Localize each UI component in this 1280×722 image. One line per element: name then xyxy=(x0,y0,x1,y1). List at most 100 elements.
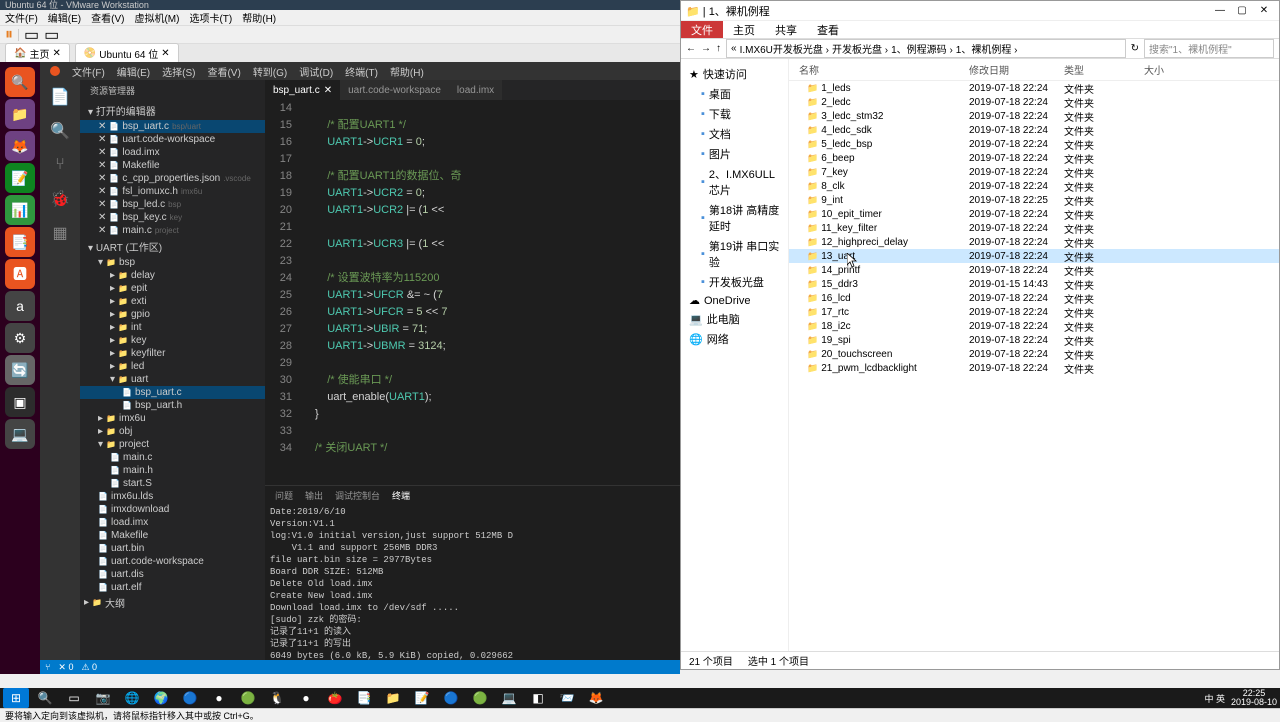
folder-row[interactable]: 18_i2c2019-07-18 22:24文件夹 xyxy=(789,319,1279,333)
folder-row[interactable]: 13_uart2019-07-18 22:24文件夹 xyxy=(789,249,1279,263)
folder-row[interactable]: 14_printf2019-07-18 22:24文件夹 xyxy=(789,263,1279,277)
breadcrumb-segment[interactable]: 1、例程源码 › xyxy=(891,41,953,56)
launcher-app-icon[interactable]: 🔄 xyxy=(5,355,35,385)
launcher-app-icon[interactable]: 🅰 xyxy=(5,259,35,289)
status-branch[interactable]: ⑂ xyxy=(45,662,50,672)
terminal-output[interactable]: Date:2019/6/10 Version:V1.1 log:V1.0 ini… xyxy=(265,504,680,660)
start-button[interactable]: ⊞ xyxy=(3,688,29,708)
terminal-tab[interactable]: 输出 xyxy=(305,489,323,502)
status-warnings[interactable]: ⚠ 0 xyxy=(81,662,97,673)
launcher-app-icon[interactable]: 🦊 xyxy=(5,131,35,161)
taskbar-app-icon[interactable]: 🍅 xyxy=(322,688,348,708)
tree-folder[interactable]: ▸ epit xyxy=(80,282,265,295)
workspace-section[interactable]: ▾ UART (工作区) xyxy=(80,237,265,256)
open-editor-item[interactable]: ✕main.c project xyxy=(80,224,265,237)
tree-folder[interactable]: ▸ led xyxy=(80,360,265,373)
column-name[interactable]: 名称 xyxy=(789,62,969,77)
vscode-menu-item[interactable]: 转到(G) xyxy=(253,64,287,79)
tree-folder[interactable]: ▸ gpio xyxy=(80,308,265,321)
task-view-icon[interactable]: ▭ xyxy=(61,688,87,708)
toolbar-icon[interactable]: ▭ xyxy=(44,25,59,45)
vscode-menu-item[interactable]: 调试(D) xyxy=(299,64,333,79)
tree-file[interactable]: uart.dis xyxy=(80,568,265,581)
nav-pane-item[interactable]: ▪图片 xyxy=(681,144,788,164)
breadcrumb-segment[interactable]: 1、裸机例程 › xyxy=(956,41,1018,56)
tree-folder[interactable]: ▾ uart xyxy=(80,373,265,386)
editor-tab[interactable]: bsp_uart.c✕ xyxy=(265,80,340,100)
nav-pane-item[interactable]: ▪文档 xyxy=(681,124,788,144)
tree-file[interactable]: bsp_uart.c xyxy=(80,386,265,399)
column-type[interactable]: 类型 xyxy=(1064,62,1144,77)
tree-file[interactable]: uart.elf xyxy=(80,581,265,594)
status-errors[interactable]: ✕ 0 xyxy=(58,662,73,673)
taskbar-app-icon[interactable]: 🌍 xyxy=(148,688,174,708)
tree-folder[interactable]: ▸ exti xyxy=(80,295,265,308)
nav-pane-item[interactable]: ▪桌面 xyxy=(681,84,788,104)
taskbar-app-icon[interactable]: ● xyxy=(293,688,319,708)
tree-folder[interactable]: ▸ obj xyxy=(80,425,265,438)
folder-row[interactable]: 3_ledc_stm322019-07-18 22:24文件夹 xyxy=(789,109,1279,123)
launcher-app-icon[interactable]: 📑 xyxy=(5,227,35,257)
tree-file[interactable]: Makefile xyxy=(80,529,265,542)
maximize-button[interactable]: ▢ xyxy=(1232,4,1252,18)
taskbar-app-icon[interactable]: 🐧 xyxy=(264,688,290,708)
column-headers[interactable]: 名称 修改日期 类型 大小 xyxy=(789,59,1279,81)
ribbon-tab[interactable]: 共享 xyxy=(765,21,807,38)
editor-tab[interactable]: load.imx xyxy=(449,80,502,100)
ribbon-tab[interactable]: 查看 xyxy=(807,21,849,38)
tree-file[interactable]: imxdownload xyxy=(80,503,265,516)
breadcrumb[interactable]: «I.MX6U开发板光盘 › 开发板光盘 › 1、例程源码 › 1、裸机例程 › xyxy=(726,39,1126,58)
launcher-app-icon[interactable]: a xyxy=(5,291,35,321)
search-icon[interactable]: 🔍 xyxy=(32,688,58,708)
open-editor-item[interactable]: ✕load.imx xyxy=(80,146,265,159)
vscode-menu-item[interactable]: 文件(F) xyxy=(72,64,105,79)
taskbar-app-icon[interactable]: 📁 xyxy=(380,688,406,708)
launcher-app-icon[interactable]: ⚙ xyxy=(5,323,35,353)
terminal-tab[interactable]: 终端 xyxy=(392,489,410,502)
taskbar-app-icon[interactable]: 🟢 xyxy=(235,688,261,708)
taskbar-app-icon[interactable]: 📑 xyxy=(351,688,377,708)
search-icon[interactable]: 🔍 xyxy=(48,119,72,143)
tree-folder[interactable]: ▸ int xyxy=(80,321,265,334)
folder-row[interactable]: 9_int2019-07-18 22:25文件夹 xyxy=(789,193,1279,207)
column-date[interactable]: 修改日期 xyxy=(969,62,1064,77)
breadcrumb-segment[interactable]: 开发板光盘 › xyxy=(832,41,888,56)
tree-file[interactable]: start.S xyxy=(80,477,265,490)
vscode-menu-item[interactable]: 终端(T) xyxy=(345,64,378,79)
menu-item[interactable]: 选项卡(T) xyxy=(189,10,232,25)
open-editor-item[interactable]: ✕c_cpp_properties.json .vscode xyxy=(80,172,265,185)
launcher-app-icon[interactable]: 💻 xyxy=(5,419,35,449)
launcher-app-icon[interactable]: 📁 xyxy=(5,99,35,129)
launcher-app-icon[interactable]: 📊 xyxy=(5,195,35,225)
tree-folder[interactable]: ▾ project xyxy=(80,438,265,451)
folder-row[interactable]: 2_ledc2019-07-18 22:24文件夹 xyxy=(789,95,1279,109)
taskbar-app-icon[interactable]: 💻 xyxy=(496,688,522,708)
folder-row[interactable]: 21_pwm_lcdbacklight2019-07-18 22:24文件夹 xyxy=(789,361,1279,375)
tree-file[interactable]: uart.bin xyxy=(80,542,265,555)
taskbar-app-icon[interactable]: ◧ xyxy=(525,688,551,708)
tree-file[interactable]: imx6u.lds xyxy=(80,490,265,503)
nav-pane-group[interactable]: 💻此电脑 xyxy=(681,309,788,329)
tree-folder[interactable]: ▸ key xyxy=(80,334,265,347)
search-input[interactable]: 搜索"1、裸机例程" xyxy=(1144,39,1274,58)
column-size[interactable]: 大小 xyxy=(1144,62,1204,77)
open-editor-item[interactable]: ✕uart.code-workspace xyxy=(80,133,265,146)
tree-folder[interactable]: ▸ 大纲 xyxy=(80,594,265,611)
vm-tab[interactable]: 📀Ubuntu 64 位✕ xyxy=(75,43,179,64)
pause-icon[interactable]: ⏸ xyxy=(5,26,13,44)
nav-pane-item[interactable]: ▪2、I.MX6ULL芯片 xyxy=(681,164,788,200)
breadcrumb-segment[interactable]: I.MX6U开发板光盘 › xyxy=(740,41,829,56)
ribbon-tab[interactable]: 文件 xyxy=(681,21,723,38)
forward-button[interactable]: → xyxy=(701,43,711,54)
nav-pane-item[interactable]: ▪下载 xyxy=(681,104,788,124)
debug-icon[interactable]: 🐞 xyxy=(48,187,72,211)
folder-row[interactable]: 4_ledc_sdk2019-07-18 22:24文件夹 xyxy=(789,123,1279,137)
taskbar-app-icon[interactable]: 🔵 xyxy=(438,688,464,708)
menu-item[interactable]: 编辑(E) xyxy=(48,10,81,25)
code-editor[interactable]: 1415161718192021222324252627282930313233… xyxy=(265,100,680,485)
tree-folder[interactable]: ▸ keyfilter xyxy=(80,347,265,360)
editor-tab[interactable]: uart.code-workspace xyxy=(340,80,449,100)
open-editor-item[interactable]: ✕bsp_key.c key xyxy=(80,211,265,224)
tree-file[interactable]: main.h xyxy=(80,464,265,477)
open-editors-section[interactable]: ▾ 打开的编辑器 xyxy=(80,101,265,120)
